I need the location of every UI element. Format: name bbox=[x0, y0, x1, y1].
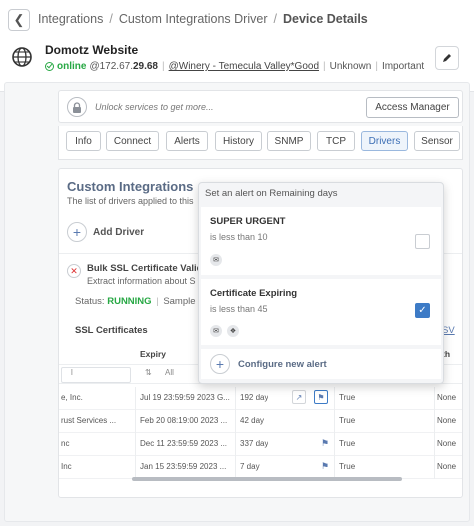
ssl-certificates-title: SSL Certificates bbox=[75, 325, 148, 336]
breadcrumb-custom-integrations-driver[interactable]: Custom Integrations Driver bbox=[119, 12, 268, 26]
email-icon: ✉ bbox=[210, 254, 222, 266]
breadcrumb-integrations[interactable]: Integrations bbox=[38, 12, 103, 26]
pencil-icon bbox=[443, 54, 451, 62]
driver-description: Extract information about S bbox=[87, 276, 196, 286]
table-row[interactable]: rust Services ... Feb 20 08:19:00 2023 .… bbox=[59, 410, 462, 433]
tab-snmp[interactable]: SNMP bbox=[267, 131, 311, 151]
globe-device-icon bbox=[12, 47, 32, 67]
custom-integrations-subtitle: The list of drivers applied to this bbox=[67, 196, 194, 206]
tab-alerts[interactable]: Alerts bbox=[166, 131, 208, 151]
popover-header: Set an alert on Remaining days bbox=[205, 188, 338, 199]
webhook-icon: ❖ bbox=[227, 325, 239, 337]
online-status-text: online bbox=[57, 61, 87, 72]
alert-bell-icon[interactable]: ⚑ bbox=[321, 461, 329, 472]
plus-icon: + bbox=[210, 354, 230, 374]
alert-bell-icon[interactable]: ⚑ bbox=[321, 438, 329, 449]
back-button[interactable]: ❮ bbox=[8, 9, 30, 31]
alert-title: SUPER URGENT bbox=[210, 216, 286, 227]
alert-checkbox[interactable]: ✓ bbox=[415, 303, 430, 318]
tab-info[interactable]: Info bbox=[66, 131, 101, 151]
tab-history[interactable]: History bbox=[215, 131, 262, 151]
access-manager-button[interactable]: Access Manager bbox=[366, 97, 459, 118]
lock-icon bbox=[67, 97, 87, 117]
alert-condition: is less than 10 bbox=[210, 232, 268, 242]
tab-tcp[interactable]: TCP bbox=[317, 131, 355, 151]
alert-checkbox[interactable] bbox=[415, 234, 430, 249]
table-row[interactable]: nc Dec 11 23:59:59 2023 ... 337 day ⚑ Tr… bbox=[59, 433, 462, 456]
alert-title: Certificate Expiring bbox=[210, 288, 298, 299]
alert-condition: is less than 45 bbox=[210, 304, 268, 314]
tab-drivers[interactable]: Drivers bbox=[361, 131, 408, 151]
breadcrumb: Integrations / Custom Integrations Driver /… bbox=[38, 12, 368, 26]
alert-item-super-urgent[interactable]: SUPER URGENT is less than 10 ✉ bbox=[201, 207, 441, 275]
device-importance: Important bbox=[381, 61, 425, 72]
device-name: Domotz Website bbox=[45, 43, 139, 57]
device-type: Unknown bbox=[329, 61, 372, 72]
device-details-page: ❮ Integrations / Custom Integrations Drive… bbox=[0, 0, 474, 526]
table-row[interactable]: e, Inc. Jul 19 23:59:59 2023 G... 192 da… bbox=[59, 387, 462, 410]
table-row[interactable]: Inc Jan 15 23:59:59 2023 ... 7 day ⚑ Tru… bbox=[59, 456, 462, 479]
unlock-services-bar: Unlock services to get more... Access Ma… bbox=[58, 90, 463, 123]
alert-item-certificate-expiring[interactable]: Certificate Expiring is less than 45 ✉ ❖… bbox=[201, 279, 441, 345]
custom-integrations-title: Custom Integrations bbox=[67, 179, 194, 194]
horizontal-scrollbar[interactable] bbox=[132, 477, 402, 481]
device-ip: @172.67.29.68 bbox=[89, 61, 158, 72]
email-icon: ✉ bbox=[210, 325, 222, 337]
configure-new-alert-label: Configure new alert bbox=[238, 358, 327, 370]
sort-icon[interactable]: ⇅ bbox=[145, 368, 152, 377]
edit-device-button[interactable] bbox=[435, 46, 459, 70]
device-tabs: Info Connect Alerts History SNMP TCP Dri… bbox=[58, 126, 463, 160]
unlock-services-text: Unlock services to get more... bbox=[95, 102, 214, 112]
tab-sensor[interactable]: Sensor bbox=[414, 131, 460, 151]
driver-status: Status: RUNNING | Sample p bbox=[75, 296, 204, 307]
add-driver-button[interactable]: + Add Driver bbox=[67, 222, 144, 242]
configure-new-alert-button[interactable]: + Configure new alert bbox=[201, 349, 441, 379]
driver-name: Bulk SSL Certificate Valid bbox=[87, 263, 203, 274]
breadcrumb-current: Device Details bbox=[282, 12, 368, 26]
tab-connect[interactable]: Connect bbox=[106, 131, 159, 151]
chevron-left-icon: ❮ bbox=[13, 12, 25, 27]
device-location-link[interactable]: @Winery - Temecula Valley*Good bbox=[169, 61, 319, 72]
driver-status-value: RUNNING bbox=[107, 296, 152, 307]
remove-driver-icon[interactable]: ✕ bbox=[67, 264, 81, 278]
expiry-filter-all[interactable]: All bbox=[165, 368, 174, 377]
alert-bell-icon[interactable]: ⚑ bbox=[314, 390, 328, 404]
trend-icon[interactable]: ↗ bbox=[292, 390, 306, 404]
add-driver-label: Add Driver bbox=[93, 226, 145, 238]
plus-icon: + bbox=[67, 222, 87, 242]
device-info-line: online @172.67.29.68 | @Winery - Temecul… bbox=[45, 61, 424, 72]
column-header-expiry[interactable]: Expiry bbox=[140, 349, 166, 359]
alert-popover: Set an alert on Remaining days SUPER URG… bbox=[198, 182, 444, 384]
online-status-icon bbox=[45, 62, 54, 71]
top-bar: ❮ Integrations / Custom Integrations Drive… bbox=[0, 0, 474, 92]
